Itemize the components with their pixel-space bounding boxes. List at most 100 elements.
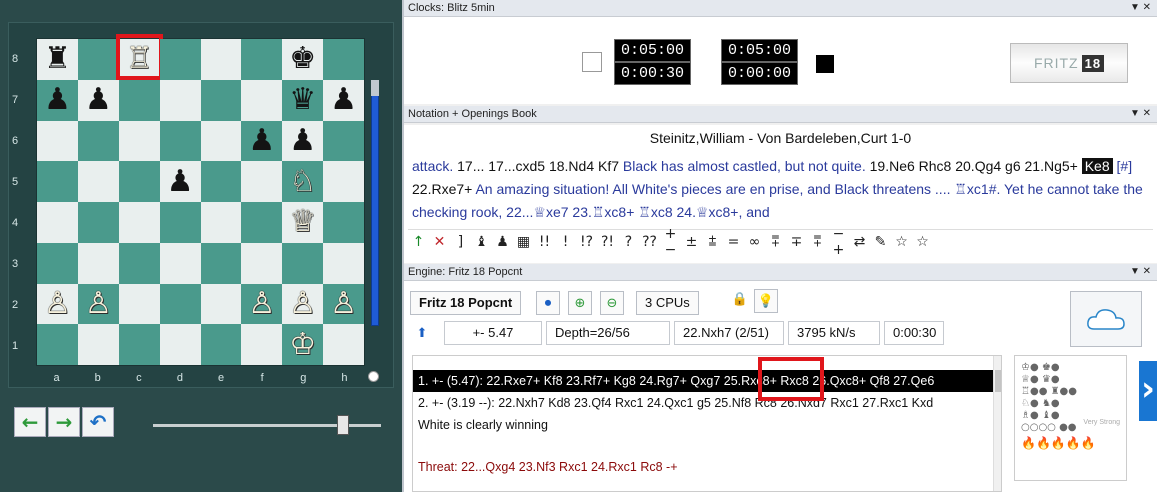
annotation-symbol-button[interactable]: −+: [828, 226, 849, 258]
square-h4[interactable]: [323, 202, 364, 243]
square-a8[interactable]: ♜: [37, 39, 78, 80]
annotation-symbol-button[interactable]: !!: [534, 234, 555, 250]
square-e6[interactable]: [200, 120, 242, 162]
square-g8[interactable]: ♚: [282, 39, 324, 80]
square-d6[interactable]: [159, 120, 201, 162]
square-f3[interactable]: [241, 242, 283, 284]
square-d4[interactable]: [159, 202, 201, 243]
pane-menu-icon[interactable]: ▼ ✕: [1130, 0, 1151, 16]
square-a6[interactable]: [37, 120, 78, 162]
square-d1[interactable]: [159, 324, 201, 365]
square-d2[interactable]: [159, 283, 201, 325]
annotation-symbol-button[interactable]: ✕: [429, 234, 450, 250]
square-e2[interactable]: [200, 283, 242, 325]
square-b2[interactable]: ♙: [77, 283, 119, 325]
annotation-symbol-button[interactable]: ⇄: [849, 234, 870, 250]
square-c1[interactable]: [118, 324, 160, 365]
square-a4[interactable]: [37, 202, 78, 243]
lock-icon[interactable]: 🔒: [728, 287, 752, 311]
engine-line-2[interactable]: 2. +- (3.19 --): 22.Nxh7 Kd8 23.Qf4 Rxc1…: [413, 392, 993, 414]
piece-g7[interactable]: ♛: [289, 85, 316, 115]
annotation-symbol-button[interactable]: !: [555, 234, 576, 250]
square-e4[interactable]: [200, 202, 242, 243]
move-text[interactable]: 22.Rxe7+: [412, 181, 475, 197]
annotation-symbol-button[interactable]: +−: [660, 226, 681, 258]
annotation-symbol-button[interactable]: ⩱: [807, 234, 828, 250]
square-g1[interactable]: ♔: [282, 324, 324, 365]
piece-h2[interactable]: ♙: [330, 288, 357, 319]
square-g2[interactable]: ♙: [282, 283, 324, 325]
square-h6[interactable]: [323, 120, 364, 162]
engine-info-button[interactable]: ⬆: [410, 321, 434, 345]
square-g3[interactable]: [282, 242, 324, 284]
square-a5[interactable]: [37, 161, 78, 202]
annotation-symbol-button[interactable]: ▦: [513, 234, 534, 250]
square-a1[interactable]: [37, 324, 78, 365]
square-b3[interactable]: [77, 242, 119, 284]
expand-panel-button[interactable]: ›: [1139, 361, 1157, 421]
annotation-symbol-button[interactable]: ♝: [471, 234, 492, 250]
annotation-symbol-button[interactable]: ↑: [408, 234, 429, 250]
piece-d5[interactable]: ♟: [167, 166, 194, 197]
square-a7[interactable]: ♟: [37, 79, 78, 121]
piece-b7[interactable]: ♟: [85, 85, 112, 115]
square-e1[interactable]: [200, 324, 242, 365]
stop-engine-button[interactable]: ⏺: [536, 291, 560, 315]
annotation-symbol-button[interactable]: ?!: [597, 234, 618, 250]
square-c6[interactable]: [118, 120, 160, 162]
square-a3[interactable]: [37, 242, 78, 284]
square-d5[interactable]: ♟: [159, 161, 201, 202]
annotation-symbol-button[interactable]: ☆: [891, 234, 912, 250]
square-h5[interactable]: [323, 161, 364, 202]
square-f4[interactable]: [241, 202, 283, 243]
square-h7[interactable]: ♟: [323, 79, 364, 121]
square-c4[interactable]: [118, 202, 160, 243]
annotation-symbol-button[interactable]: ♟: [492, 234, 513, 250]
square-h2[interactable]: ♙: [323, 283, 364, 325]
move-text[interactable]: 17... 17...cxd5 18.Nd4 Kf7: [457, 158, 623, 174]
piece-a2[interactable]: ♙: [44, 288, 71, 319]
annotation-symbol-button[interactable]: ??: [639, 234, 660, 250]
piece-h7[interactable]: ♟: [330, 85, 357, 115]
piece-a7[interactable]: ♟: [44, 85, 71, 115]
square-c7[interactable]: [118, 79, 160, 121]
forward-button[interactable]: →: [48, 407, 80, 437]
square-e7[interactable]: [200, 79, 242, 121]
square-d8[interactable]: [159, 39, 201, 80]
notation-text[interactable]: attack. 17... 17...cxd5 18.Nd4 Kf7 Black…: [412, 155, 1152, 224]
square-g6[interactable]: ♟: [282, 120, 324, 162]
current-move[interactable]: Ke8: [1081, 158, 1113, 174]
annotation-symbol-button[interactable]: =: [723, 234, 744, 250]
square-f2[interactable]: ♙: [241, 283, 283, 325]
annotation-symbol-button[interactable]: ]: [450, 234, 471, 250]
square-b5[interactable]: [77, 161, 119, 202]
piece-g4[interactable]: ♕: [289, 207, 316, 237]
piece-g5[interactable]: ♘: [289, 166, 316, 197]
square-h8[interactable]: [323, 39, 364, 80]
square-h3[interactable]: [323, 242, 364, 284]
scrollbar-thumb[interactable]: [995, 370, 1001, 392]
piece-g6[interactable]: ♟: [289, 125, 316, 156]
square-c8[interactable]: ♖: [115, 34, 163, 80]
cloud-button[interactable]: [1070, 291, 1142, 347]
annotation-symbol-button[interactable]: ∞: [744, 234, 765, 250]
square-e8[interactable]: [200, 39, 242, 80]
piece-g1[interactable]: ♔: [289, 329, 316, 360]
square-b6[interactable]: [77, 120, 119, 162]
square-b4[interactable]: [77, 202, 119, 243]
engine-lines[interactable]: 1. +- (5.47): 22.Rxe7+ Kf8 23.Rf7+ Kg8 2…: [412, 355, 1002, 492]
square-a2[interactable]: ♙: [37, 283, 78, 325]
engine-lines-scrollbar[interactable]: [993, 356, 1001, 491]
piece-g8[interactable]: ♚: [289, 44, 316, 74]
hint-button[interactable]: 💡: [754, 289, 778, 313]
annotation-symbol-button[interactable]: ∓: [786, 234, 807, 250]
engine-name-button[interactable]: Fritz 18 Popcnt: [410, 291, 522, 315]
cpus-button[interactable]: 3 CPUs: [636, 291, 699, 315]
piece-a8[interactable]: ♜: [44, 44, 71, 74]
square-b8[interactable]: [77, 39, 119, 80]
piece-g2[interactable]: ♙: [289, 288, 316, 319]
pane-menu-icon[interactable]: ▼ ✕: [1130, 264, 1151, 280]
engine-threat-line[interactable]: Threat: 22...Qxg4 23.Nf3 Rxc1 24.Rxc1 Rc…: [413, 456, 993, 478]
move-text[interactable]: 19.Ne6 Rhc8 20.Qg4 g6 21.Ng5+: [870, 158, 1082, 174]
piece-b2[interactable]: ♙: [85, 288, 112, 319]
